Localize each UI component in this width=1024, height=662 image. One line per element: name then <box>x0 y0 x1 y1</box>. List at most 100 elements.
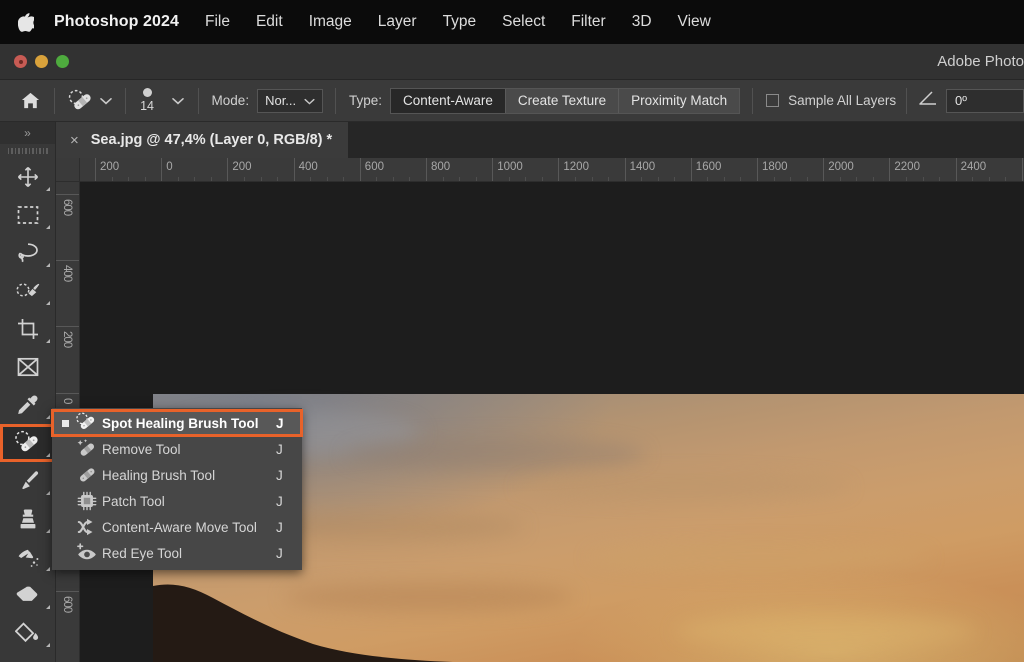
divider <box>125 88 126 114</box>
type-option-create-texture[interactable]: Create Texture <box>506 89 619 113</box>
tool-clone-stamp[interactable] <box>0 500 55 538</box>
window-titlebar: Adobe Photo <box>0 44 1024 80</box>
tool-lasso[interactable] <box>0 234 55 272</box>
menubar-item-filter[interactable]: Filter <box>571 13 605 31</box>
brush-preset-chevron-down-icon[interactable] <box>172 92 184 110</box>
menubar-item-image[interactable]: Image <box>309 13 352 31</box>
ruler-minor-tick <box>707 177 708 181</box>
ruler-tick-label: 400 <box>61 265 73 281</box>
ruler-tick: 600 <box>56 194 80 195</box>
tool-quick-selection[interactable] <box>0 272 55 310</box>
tool-more-indicator <box>46 225 50 229</box>
zoom-window-button[interactable] <box>56 55 69 68</box>
selected-bullet-icon <box>58 420 72 427</box>
checkbox-box <box>766 94 779 107</box>
ruler-tick-label: 1800 <box>762 161 788 173</box>
flyout-item-shortcut: J <box>276 520 302 535</box>
tool-history-brush[interactable] <box>0 538 55 576</box>
menubar-item-file[interactable]: File <box>205 13 230 31</box>
brush-size-preview[interactable]: 14 <box>132 88 161 113</box>
ruler-tick: 400 <box>56 260 80 261</box>
tool-rectangular-marquee[interactable] <box>0 196 55 234</box>
divider <box>335 88 336 114</box>
tool-eyedropper[interactable] <box>0 386 55 424</box>
flyout-item-spot-healing-brush-tool[interactable]: Spot Healing Brush Tool J <box>52 410 302 436</box>
tool-move[interactable] <box>0 158 55 196</box>
menubar-item-select[interactable]: Select <box>502 13 545 31</box>
expand-toolbar-button[interactable]: » <box>0 122 55 144</box>
tool-brush[interactable] <box>0 462 55 500</box>
document-tab-sea-jpg[interactable]: × Sea.jpg @ 47,4% (Layer 0, RGB/8) * <box>56 122 348 158</box>
flyout-item-label: Remove Tool <box>102 442 276 457</box>
ruler-minor-tick <box>542 177 543 181</box>
divider <box>906 88 907 114</box>
ruler-tick: 2600 <box>1022 158 1023 182</box>
tool-more-indicator <box>46 491 50 495</box>
flyout-item-content-aware-move-tool[interactable]: Content-Aware Move Tool J <box>52 514 302 540</box>
brush-size-value: 14 <box>140 100 154 113</box>
ruler-minor-tick <box>873 177 874 181</box>
tool-spot-healing-brush[interactable] <box>0 424 55 462</box>
ruler-minor-tick <box>310 177 311 181</box>
ruler-minor-tick <box>211 177 212 181</box>
ruler-tick-label: 1600 <box>696 161 722 173</box>
minimize-window-button[interactable] <box>35 55 48 68</box>
patch-tool-icon <box>72 490 102 512</box>
flyout-item-label: Patch Tool <box>102 494 276 509</box>
ruler-minor-tick <box>939 177 940 181</box>
chevron-down-icon[interactable] <box>100 92 112 110</box>
menubar-item-3d[interactable]: 3D <box>632 13 652 31</box>
close-icon[interactable]: × <box>70 133 79 148</box>
tool-crop[interactable] <box>0 310 55 348</box>
brush-angle-control[interactable]: 0º <box>918 89 1024 113</box>
ruler-minor-tick <box>592 177 593 181</box>
type-option-content-aware[interactable]: Content-Aware <box>391 89 506 113</box>
ruler-minor-tick <box>724 177 725 181</box>
horizontal-ruler[interactable]: 2000200400600800100012001400160018002000… <box>80 158 1024 182</box>
flyout-item-remove-tool[interactable]: Remove Tool J <box>52 436 302 462</box>
tool-gradient[interactable] <box>0 614 55 652</box>
ruler-minor-tick <box>740 177 741 181</box>
ruler-tick-label: 2400 <box>961 161 987 173</box>
apple-logo-icon[interactable] <box>18 13 34 32</box>
angle-input[interactable]: 0º <box>946 89 1024 113</box>
menubar-item-layer[interactable]: Layer <box>378 13 417 31</box>
ruler-minor-tick <box>343 177 344 181</box>
spot-healing-brush-flyout-menu: Spot Healing Brush Tool J Remove Tool J <box>52 408 302 570</box>
flyout-item-patch-tool[interactable]: Patch Tool J <box>52 488 302 514</box>
ruler-tick: 400 <box>294 158 295 182</box>
sample-all-layers-label: Sample All Layers <box>788 93 896 108</box>
tool-blur[interactable] <box>0 652 55 662</box>
home-icon[interactable] <box>14 91 47 110</box>
ruler-minor-tick <box>194 177 195 181</box>
ruler-minor-tick <box>972 177 973 181</box>
sample-all-layers-checkbox[interactable]: Sample All Layers <box>766 93 896 108</box>
menubar-item-type[interactable]: Type <box>443 13 477 31</box>
ruler-tick: 1200 <box>558 158 559 182</box>
ruler-minor-tick <box>261 177 262 181</box>
close-window-button[interactable] <box>14 55 27 68</box>
flyout-item-healing-brush-tool[interactable]: Healing Brush Tool J <box>52 462 302 488</box>
menubar-item-edit[interactable]: Edit <box>256 13 283 31</box>
red-eye-icon <box>72 542 102 564</box>
window-title: Adobe Photo <box>937 44 1024 80</box>
ruler-tick: 0 <box>56 393 80 394</box>
type-option-proximity-match[interactable]: Proximity Match <box>619 89 739 113</box>
angle-icon <box>918 90 938 111</box>
menubar-app-name[interactable]: Photoshop 2024 <box>54 13 179 31</box>
toolbar-grip[interactable] <box>0 144 55 158</box>
tool-eraser[interactable] <box>0 576 55 614</box>
ruler-tick-label: 2000 <box>828 161 854 173</box>
remove-tool-icon <box>72 438 102 460</box>
current-tool-preview[interactable] <box>62 89 118 113</box>
healing-type-segmented-control: Content-Aware Create Texture Proximity M… <box>390 88 740 114</box>
blend-mode-select[interactable]: Nor... <box>257 89 323 113</box>
tool-frame[interactable] <box>0 348 55 386</box>
ruler-tick: 200 <box>95 158 96 182</box>
tool-options-bar: 14 Mode: Nor... Type: Content-Aware Crea… <box>0 80 1024 122</box>
ruler-minor-tick <box>840 177 841 181</box>
ruler-tick: 2400 <box>956 158 957 182</box>
ruler-tick: 200 <box>56 326 80 327</box>
menubar-item-view[interactable]: View <box>678 13 711 31</box>
flyout-item-red-eye-tool[interactable]: Red Eye Tool J <box>52 540 302 566</box>
